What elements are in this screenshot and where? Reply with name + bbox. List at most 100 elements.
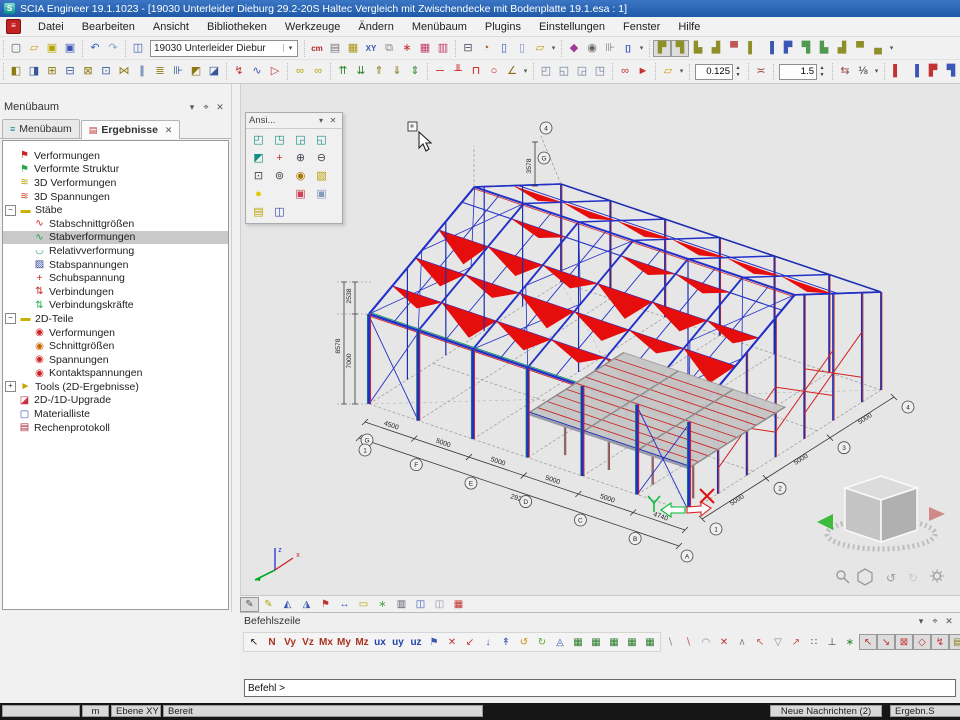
grid-table-icon[interactable]: ▥ xyxy=(434,40,452,57)
copy-member-icon[interactable]: ◨ xyxy=(25,63,43,80)
angle-icon[interactable]: ∠ xyxy=(503,63,521,80)
tree-item-3d-spannungen[interactable]: ≋ 3D Spannungen xyxy=(3,190,228,204)
status-plane-cell[interactable]: Ebene XY xyxy=(111,705,161,717)
view-mode-icon-13[interactable]: ▄ xyxy=(869,40,887,57)
view-mode-icon-1[interactable]: ▛ xyxy=(653,40,671,57)
member-check-icon-3[interactable]: ▛ xyxy=(924,63,942,80)
member-labels-icon[interactable]: ◮ xyxy=(297,597,316,612)
visible-layers-icon[interactable]: ▧ xyxy=(311,167,332,185)
view-glasses-icon-2[interactable]: ∞ xyxy=(309,63,327,80)
view-mode-icon-11[interactable]: ▟ xyxy=(833,40,851,57)
find-icon[interactable]: ◉ xyxy=(583,40,601,57)
swap-icon[interactable]: ⇆ xyxy=(836,63,854,80)
dimension-labels-icon[interactable]: ↔ xyxy=(335,597,354,612)
select-line-icon[interactable]: ∖ xyxy=(661,634,679,650)
calculator-icon[interactable]: ▦ xyxy=(344,40,362,57)
network-icon[interactable]: ∗ xyxy=(398,40,416,57)
column-down-icon[interactable]: ⇊ xyxy=(352,63,370,80)
factor-value[interactable]: 1.5 xyxy=(779,64,817,80)
result-ux-icon[interactable]: ux xyxy=(371,634,389,650)
menu-werkzeuge[interactable]: Werkzeuge xyxy=(276,19,349,35)
select-cursor-icon[interactable]: ↖ xyxy=(245,634,263,650)
join-icon[interactable]: ∥ xyxy=(133,63,151,80)
service-folder-icon[interactable]: ▱ xyxy=(659,63,677,80)
page-copy-icon-3[interactable]: ◲ xyxy=(573,63,591,80)
modify-result-icon[interactable]: ↙ xyxy=(461,634,479,650)
tree-expander[interactable]: + xyxy=(5,381,16,392)
mesh-display-icon[interactable]: ∗ xyxy=(373,597,392,612)
rotate-result-icon[interactable]: ↺ xyxy=(515,634,533,650)
menu-menübaum[interactable]: Menübaum xyxy=(403,19,476,35)
document-open-icon[interactable]: ▯ xyxy=(513,40,531,57)
export-icon[interactable]: ▱ xyxy=(531,40,549,57)
node-labels-icon[interactable]: ◭ xyxy=(278,597,297,612)
scale-value[interactable]: 0.125 xyxy=(695,64,733,80)
view-glasses-icon-1[interactable]: ∞ xyxy=(291,63,309,80)
tree-item-materialliste[interactable]: ▢ Materialliste xyxy=(3,407,228,421)
line-grid-icon[interactable]: ⊥ xyxy=(823,634,841,650)
snap-cross-icon[interactable]: ⊠ xyxy=(895,634,913,650)
select-line2-icon[interactable]: ∖ xyxy=(679,634,697,650)
member-check-icon-2[interactable]: ▐ xyxy=(906,63,924,80)
panel-collapse-icon[interactable]: ▾ xyxy=(185,102,199,113)
tree-item-verbindungen[interactable]: ⇅ Verbindungen xyxy=(3,285,228,299)
section-result-icon[interactable]: ◬ xyxy=(551,634,569,650)
sigma-x-minus-table-icon[interactable]: ▦ xyxy=(587,634,605,650)
paste-icon[interactable]: ⧉ xyxy=(380,40,398,57)
polyline-icon[interactable]: ↯ xyxy=(230,63,248,80)
panel-close-icon[interactable]: ✕ xyxy=(213,102,227,113)
red-glasses-icon[interactable]: ∞ xyxy=(616,63,634,80)
tab-ergebnisse[interactable]: ▤ Ergebnisse ✕ xyxy=(81,120,181,139)
scale-lock-icon[interactable]: ≍ xyxy=(752,63,770,80)
mirror-icon[interactable]: ⊞ xyxy=(43,63,61,80)
view-mode-icon-6[interactable]: ▌ xyxy=(743,40,761,57)
tree-item-verformte-struktur[interactable]: ⚑ Verformte Struktur xyxy=(3,163,228,177)
print-icon[interactable]: ⊟ xyxy=(459,40,477,57)
print-preview-icon[interactable]: ◔ xyxy=(477,40,495,57)
nav-icons[interactable]: ↺↻ xyxy=(837,569,944,585)
tree-item-2d-verformungen[interactable]: ◉ Verformungen xyxy=(3,326,228,340)
chamfer-icon[interactable]: ⊪ xyxy=(169,63,187,80)
command-collapse-icon[interactable]: ▾ xyxy=(914,616,928,627)
check-structure-icon[interactable]: ◆ xyxy=(565,40,583,57)
view-mode-icon-7[interactable]: ▐ xyxy=(761,40,779,57)
tree-item-verbindungskraefte[interactable]: ⇅ Verbindungskräfte xyxy=(3,299,228,313)
menu-plugins[interactable]: Plugins xyxy=(476,19,530,35)
tree-item-rechenprotokoll[interactable]: ▤ Rechenprotokoll xyxy=(3,421,228,435)
table-icon[interactable]: ▦ xyxy=(416,40,434,57)
draw-line-icon[interactable]: ─ xyxy=(431,63,449,80)
snap-center-icon[interactable]: ◇ xyxy=(913,634,931,650)
menu-einstellungen[interactable]: Einstellungen xyxy=(530,19,614,35)
menu-bearbeiten[interactable]: Bearbeiten xyxy=(73,19,144,35)
tab-close-icon[interactable]: ✕ xyxy=(165,125,173,136)
text-params-icon[interactable]: ▭ xyxy=(354,597,373,612)
page-copy-icon-2[interactable]: ◱ xyxy=(555,63,573,80)
redo-icon[interactable]: ↷ xyxy=(104,40,122,57)
view-mode-icon-5[interactable]: ▀ xyxy=(725,40,743,57)
fly-mode-icon[interactable]: ► xyxy=(634,63,652,80)
tree-item-stabschnittgroessen[interactable]: ∿ Stabschnittgrößen xyxy=(3,217,228,231)
clipping-box-icon[interactable]: ▣ xyxy=(290,185,311,203)
member-check-icon-4[interactable]: ▜ xyxy=(942,63,960,80)
level-swap-icon[interactable]: ⇕ xyxy=(406,63,424,80)
command-close-icon[interactable]: ✕ xyxy=(942,616,956,627)
view-mode-icon-9[interactable]: ▜ xyxy=(797,40,815,57)
units-icon[interactable]: cm xyxy=(308,40,326,57)
beam-result-icon[interactable]: ↟ xyxy=(497,634,515,650)
tree-expander[interactable]: − xyxy=(5,313,16,324)
result-check-icon[interactable]: ✕ xyxy=(443,634,461,650)
nav-cube[interactable] xyxy=(817,476,945,549)
tree-item-kontaktspannungen[interactable]: ◉ Kontaktspannungen xyxy=(3,367,228,381)
document-icon[interactable]: ▯ xyxy=(495,40,513,57)
cancel-selection-icon[interactable]: ✕ xyxy=(715,634,733,650)
result-my-icon[interactable]: My xyxy=(335,634,353,650)
result-uy-icon[interactable]: uy xyxy=(389,634,407,650)
view-mode-icon-10[interactable]: ▙ xyxy=(815,40,833,57)
mx-table-icon[interactable]: ▦ xyxy=(605,634,623,650)
scale-spinner[interactable]: 0.125 ▲▼ xyxy=(695,64,743,80)
view-axes-icon[interactable]: + xyxy=(269,149,290,167)
view-mode-icon-3[interactable]: ▙ xyxy=(689,40,707,57)
coordinates-icon[interactable]: XY xyxy=(362,40,380,57)
extend-icon[interactable]: ⊡ xyxy=(97,63,115,80)
result-n-icon[interactable]: N xyxy=(263,634,281,650)
